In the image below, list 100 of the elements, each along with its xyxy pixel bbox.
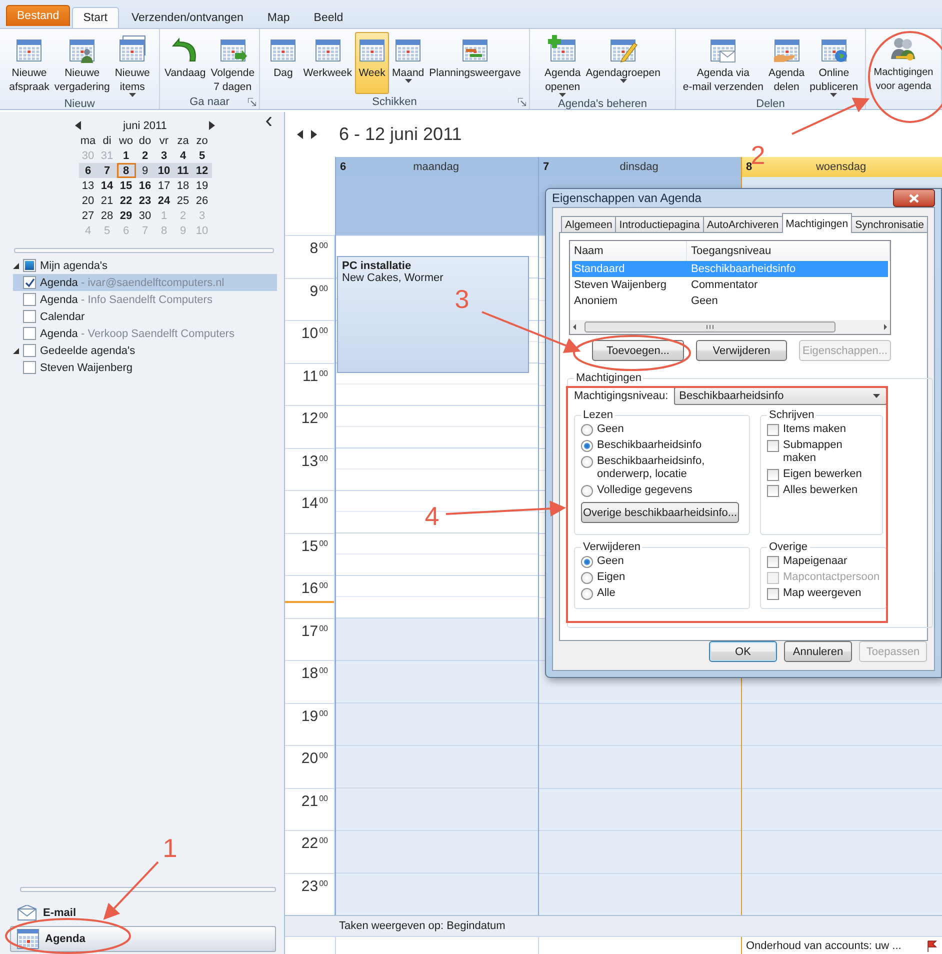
checkbox[interactable] <box>23 293 36 306</box>
expanded-icon[interactable] <box>13 348 19 354</box>
dialog-tab[interactable]: AutoArchiveren <box>702 216 783 233</box>
close-button[interactable] <box>893 189 935 207</box>
ribbon-button[interactable]: Dag <box>266 32 300 94</box>
calendar-day[interactable]: 9 <box>136 163 154 178</box>
calendar-day[interactable]: 11 <box>174 163 192 178</box>
column-header[interactable]: Naam <box>570 241 687 261</box>
calendar-day[interactable]: 17 <box>154 178 174 193</box>
dialog-tab[interactable]: Algemeen <box>561 216 616 233</box>
checkbox-option[interactable]: Items maken <box>767 423 876 436</box>
checkbox[interactable] <box>23 344 36 357</box>
calendar-day[interactable]: 15 <box>116 178 136 193</box>
checkbox[interactable] <box>23 310 36 323</box>
radio-option[interactable]: Eigen <box>581 571 743 584</box>
calendar-day[interactable]: 25 <box>174 193 192 208</box>
collapse-icon[interactable] <box>266 117 272 126</box>
checkbox[interactable] <box>23 276 36 289</box>
ribbon-button[interactable]: Online publiceren <box>808 32 860 98</box>
ribbon-button[interactable]: Agendagroepen <box>584 32 662 98</box>
dialog-button[interactable]: Annuleren <box>784 641 852 662</box>
radio-option[interactable]: Geen <box>581 423 743 436</box>
calendar-day[interactable]: 24 <box>154 193 174 208</box>
calendar-day[interactable]: 6 <box>78 163 98 178</box>
calendar-day[interactable]: 26 <box>192 193 212 208</box>
next-month-icon[interactable] <box>209 121 215 130</box>
dialog-tab[interactable]: Introductiepagina <box>615 216 704 233</box>
dialog-button[interactable]: Toevoegen... <box>592 340 684 361</box>
calendar-tree-item[interactable]: Calendar <box>13 308 277 325</box>
checkbox[interactable] <box>23 259 36 272</box>
checkbox-option[interactable]: Alles bewerken <box>767 484 876 497</box>
calendar-day[interactable]: 1 <box>116 148 136 163</box>
calendar-day[interactable]: 2 <box>136 148 154 163</box>
calendar-day[interactable]: 12 <box>192 163 212 178</box>
calendar-tree-item[interactable]: Mijn agenda's <box>13 257 277 274</box>
next-week-icon[interactable] <box>311 130 317 139</box>
ribbon-button[interactable]: Week <box>355 32 390 94</box>
calendar-tree-item[interactable]: Steven Waijenberg <box>13 359 277 376</box>
expanded-icon[interactable] <box>13 262 19 268</box>
checkbox-option[interactable]: Eigen bewerken <box>767 468 876 481</box>
column-header[interactable]: Toegangsniveau <box>687 241 890 261</box>
calendar-tree-item[interactable]: Agenda - Verkoop Saendelft Computers <box>13 325 277 342</box>
task-item[interactable]: Onderhoud van accounts: uw ... <box>746 940 902 952</box>
nav-button[interactable]: Agenda <box>10 926 276 952</box>
ribbon-tab[interactable]: Beeld <box>302 7 354 28</box>
calendar-day[interactable]: 16 <box>136 178 154 193</box>
nav-button[interactable]: E-mail <box>10 900 276 926</box>
ribbon-tab[interactable]: Start <box>72 7 118 28</box>
checkbox-option[interactable]: Submappen maken <box>767 439 876 465</box>
ribbon-button[interactable]: Maand <box>390 32 426 94</box>
checkbox[interactable] <box>23 361 36 374</box>
ribbon-tab[interactable]: Map <box>256 7 301 28</box>
calendar-day[interactable]: 14 <box>98 178 116 193</box>
calendar-day[interactable]: 4 <box>174 148 192 163</box>
checkbox-option[interactable]: Map weergeven <box>767 587 880 600</box>
horizontal-scrollbar[interactable] <box>570 320 890 334</box>
radio-option[interactable]: Alle <box>581 587 743 600</box>
ribbon-button[interactable]: Agenda via e-mail verzenden <box>680 32 766 98</box>
dialog-launcher-icon[interactable] <box>518 98 526 106</box>
radio-option[interactable]: Beschikbaarheidsinfo <box>581 439 743 452</box>
permission-row[interactable]: Steven Waijenberg Commentator <box>572 277 888 293</box>
ribbon-button[interactable]: Vandaag <box>162 32 208 94</box>
checkbox[interactable] <box>23 327 36 340</box>
calendar-day[interactable]: 10 <box>154 163 174 178</box>
calendar-day[interactable]: 21 <box>98 193 116 208</box>
calendar-day[interactable]: 8 <box>116 163 136 178</box>
calendar-day[interactable]: 5 <box>192 148 212 163</box>
previous-week-icon[interactable] <box>297 130 303 139</box>
calendar-day[interactable]: 27 <box>78 208 98 223</box>
dialog-tab[interactable]: Machtigingen <box>782 213 852 233</box>
calendar-day[interactable]: 20 <box>78 193 98 208</box>
calendar-day[interactable]: 30 <box>136 208 154 223</box>
permission-row[interactable]: Anoniem Geen <box>572 293 888 309</box>
ribbon-button[interactable]: Nieuwe vergadering <box>52 32 112 98</box>
dialog-tab[interactable]: Synchronisatie <box>851 216 928 233</box>
ribbon-button[interactable]: Nieuwe afspraak <box>7 32 52 98</box>
dialog-launcher-icon[interactable] <box>248 98 256 106</box>
ribbon-button[interactable]: Agenda delen <box>766 32 807 98</box>
calendar-day[interactable]: 29 <box>116 208 136 223</box>
permission-level-dropdown[interactable]: Beschikbaarheidsinfo <box>674 387 888 405</box>
calendar-day[interactable]: 23 <box>136 193 154 208</box>
calendar-day[interactable]: 13 <box>78 178 98 193</box>
ribbon-button[interactable]: Volgende 7 dagen <box>208 32 257 94</box>
ribbon-button[interactable]: Agenda openen <box>542 32 583 98</box>
ribbon-tab[interactable]: Verzenden/ontvangen <box>120 7 254 28</box>
calendar-day[interactable]: 18 <box>174 178 192 193</box>
ribbon-button[interactable]: Werkweek <box>301 32 354 94</box>
radio-option[interactable]: Volledige gegevens <box>581 484 743 497</box>
calendar-day[interactable]: 7 <box>98 163 116 178</box>
ribbon-button[interactable]: Nieuwe items <box>112 32 152 98</box>
radio-option[interactable]: Beschikbaarheidsinfo, onderwerp, locatie <box>581 455 743 481</box>
calendar-day[interactable]: 19 <box>192 178 212 193</box>
calendar-tree-item[interactable]: Gedeelde agenda's <box>13 342 277 359</box>
checkbox-option[interactable]: Mapeigenaar <box>767 555 880 568</box>
dialog-button[interactable]: Verwijderen <box>696 340 787 361</box>
dialog-button[interactable]: OK <box>709 641 777 662</box>
radio-option[interactable]: Geen <box>581 555 743 568</box>
calendar-day[interactable]: 3 <box>154 148 174 163</box>
calendar-day[interactable]: 22 <box>116 193 136 208</box>
calendar-tree-item[interactable]: Agenda - Info Saendelft Computers <box>13 291 277 308</box>
